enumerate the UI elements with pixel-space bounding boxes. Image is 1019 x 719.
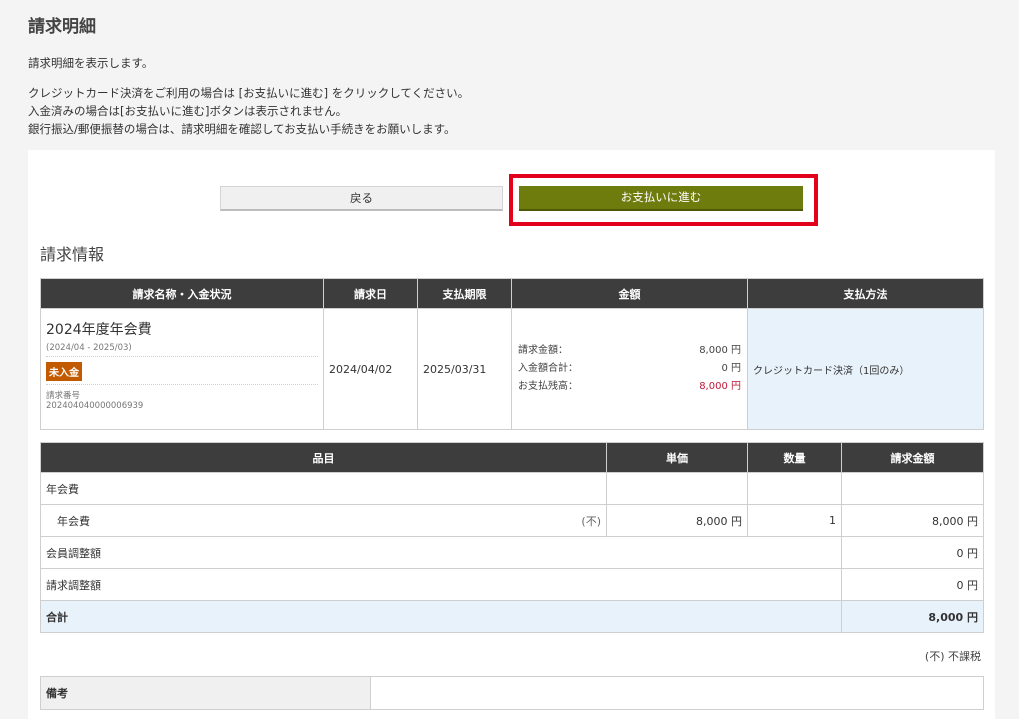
member-adjustment: 0 円	[841, 536, 984, 569]
remarks-value	[370, 676, 984, 710]
header-name-status: 請求名称・入金状況	[40, 278, 324, 309]
invoice-adjustment-label: 請求調整額	[40, 568, 842, 601]
remarks-label: 備考	[40, 676, 371, 710]
invoice-number-label: 請求番号	[46, 391, 81, 401]
billing-period: (2024/04 - 2025/03)	[46, 343, 318, 357]
credit-instruction: クレジットカード決済をご利用の場合は [お支払いに進む] をクリックしてください…	[28, 86, 470, 100]
remarks-table: 備考	[40, 676, 984, 710]
tax-note: (不) 不課税	[924, 650, 981, 663]
item-row: 年会費 (不)	[40, 504, 607, 537]
amount-billed: 8,000 円	[699, 345, 741, 356]
item-qty: 1	[747, 504, 842, 537]
proceed-to-payment-button[interactable]: お支払いに進む	[519, 186, 803, 211]
page-description: 請求明細を表示します。	[28, 56, 154, 70]
total-label: 合計	[40, 600, 842, 633]
billing-info-table: 請求名称・入金状況 請求日 支払期限 金額 支払方法 2024年度年会費 (20…	[40, 278, 984, 430]
content-panel	[28, 150, 995, 719]
paid-instruction: 入金済みの場合は[お支払いに進む]ボタンは表示されません。	[28, 104, 348, 118]
items-table: 品目 単価 数量 請求金額 年会費 年会費 (不) 8,000 円 1 8,00…	[40, 442, 984, 633]
item-name: 年会費	[57, 514, 90, 528]
amount-balance-label: お支払残高：	[518, 381, 578, 392]
amount-paid-label: 入金額合計：	[518, 363, 578, 374]
header-date: 請求日	[323, 278, 418, 309]
billing-name: 2024年度年会費	[46, 322, 152, 338]
header-qty: 数量	[747, 442, 842, 473]
billing-date: 2024/04/02	[323, 308, 418, 430]
item-billed: 8,000 円	[841, 504, 984, 537]
page-title: 請求明細	[28, 17, 96, 37]
status-badge: 未入金	[46, 362, 82, 381]
amount-cell: 請求金額： 8,000 円 入金額合計： 0 円 お支払残高： 8,000 円	[511, 308, 748, 430]
header-item: 品目	[40, 442, 607, 473]
item-group-label: 年会費	[40, 472, 607, 505]
billing-section-title: 請求情報	[40, 245, 105, 264]
header-billed: 請求金額	[841, 442, 984, 473]
tax-mark: (不)	[581, 514, 601, 528]
header-amount: 金額	[511, 278, 748, 309]
invoice-number: 202404040000006939	[46, 401, 144, 411]
amount-balance: 8,000 円	[699, 381, 741, 392]
payment-method: クレジットカード決済（1回のみ）	[747, 308, 984, 430]
billing-due: 2025/03/31	[417, 308, 512, 430]
member-adjustment-label: 会員調整額	[40, 536, 842, 569]
header-unit-price: 単価	[606, 442, 748, 473]
invoice-adjustment: 0 円	[841, 568, 984, 601]
billing-name-cell: 2024年度年会費 (2024/04 - 2025/03) 未入金 請求番号 2…	[40, 308, 324, 430]
header-due: 支払期限	[417, 278, 512, 309]
amount-billed-label: 請求金額：	[518, 345, 568, 356]
back-button[interactable]: 戻る	[220, 186, 503, 211]
total-amount: 8,000 円	[841, 600, 984, 633]
item-unit-price: 8,000 円	[606, 504, 748, 537]
header-method: 支払方法	[747, 278, 984, 309]
amount-paid: 0 円	[721, 363, 741, 374]
transfer-instruction: 銀行振込/郵便振替の場合は、請求明細を確認してお支払い手続きをお願いします。	[28, 122, 456, 136]
